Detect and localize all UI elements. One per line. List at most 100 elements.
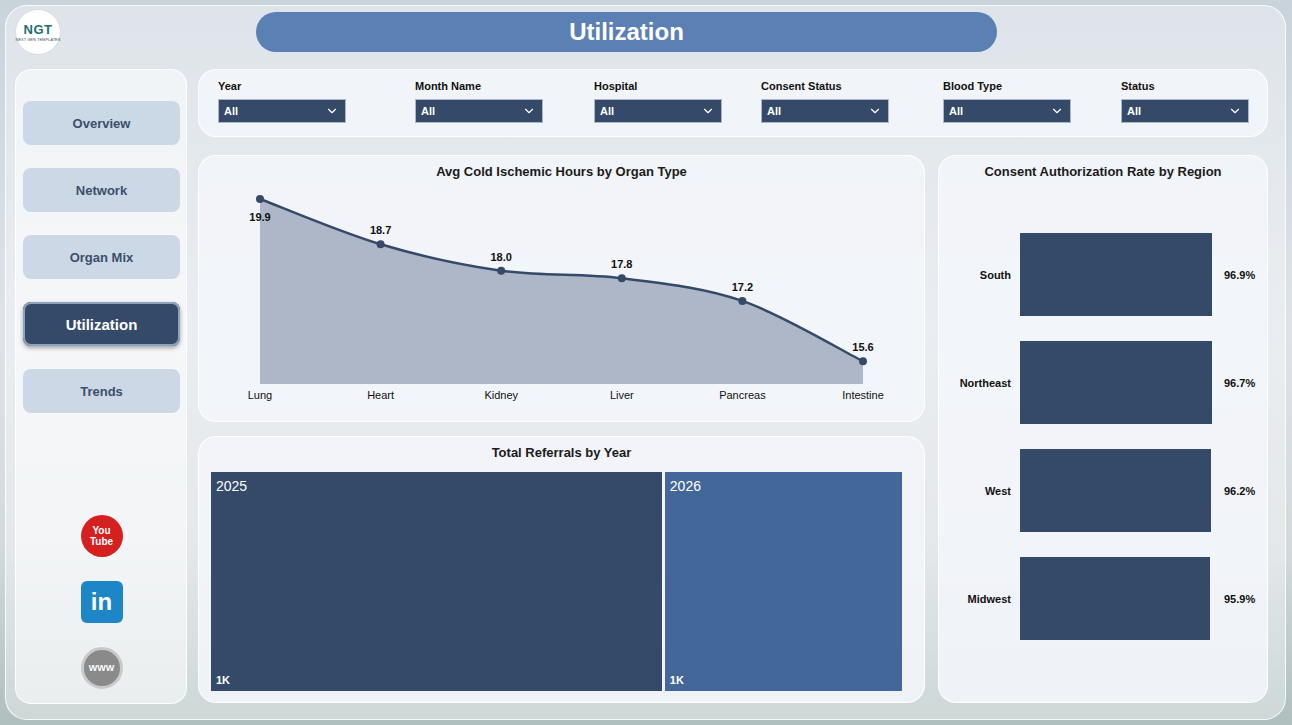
tile-year: 2025	[216, 478, 657, 494]
treemap-tile[interactable]: 2025 1K	[211, 472, 662, 691]
filter: Status All	[1121, 79, 1257, 128]
chevron-down-icon	[701, 104, 715, 118]
area-chart: 19.9 Lung 18.7 Heart 18.0 Kidney 17.8 Liver 17.2…	[199, 184, 926, 412]
filter-label: Year	[218, 79, 415, 93]
bar-label: Northeast	[939, 377, 1011, 389]
chart-point[interactable]	[377, 240, 385, 248]
dashboard-frame: NGTNEXT GEN TEMPLATESUtilizationOverview…	[5, 5, 1286, 720]
data-label: 17.2	[732, 281, 753, 293]
chart-title: Consent Authorization Rate by Region	[939, 156, 1267, 180]
web-icon[interactable]: WWW	[81, 647, 123, 689]
chevron-down-icon	[868, 104, 882, 118]
category-label: Heart	[367, 389, 394, 401]
filter-label: Hospital	[594, 79, 761, 93]
chart-title: Total Referrals by Year	[199, 437, 924, 461]
filter: Year All	[218, 79, 415, 128]
bar-value: 96.2%	[1224, 485, 1267, 497]
filter-dropdown[interactable]: All	[761, 99, 889, 123]
category-label: Lung	[248, 389, 272, 401]
bar-track	[1020, 233, 1215, 316]
logo-subtitle: NEXT GEN TEMPLATES	[16, 37, 61, 42]
chart-point[interactable]	[738, 297, 746, 305]
bar-row: Northeast 96.7%	[939, 341, 1267, 424]
filter-bar: YearAllMonth NameAllHospitalAllConsent S…	[198, 69, 1268, 137]
bar[interactable]	[1020, 557, 1210, 640]
bar-value: 96.9%	[1224, 269, 1267, 281]
bar-row: West 96.2%	[939, 449, 1267, 532]
data-label: 18.7	[370, 224, 391, 236]
chart-point[interactable]	[859, 357, 867, 365]
bar-row: Midwest 95.9%	[939, 557, 1267, 640]
category-label: Liver	[610, 389, 634, 401]
data-label: 15.6	[852, 341, 873, 353]
chevron-down-icon	[522, 104, 536, 118]
data-label: 18.0	[490, 251, 511, 263]
linkedin-icon[interactable]: in	[81, 581, 123, 623]
chart-title: Avg Cold Ischemic Hours by Organ Type	[199, 156, 924, 180]
tile-value: 1K	[670, 674, 897, 687]
bar-track	[1020, 341, 1215, 424]
nav-item[interactable]: Utilization	[23, 302, 180, 346]
filter-label: Status	[1121, 79, 1257, 93]
category-label: Kidney	[484, 389, 518, 401]
filter: Month Name All	[415, 79, 594, 128]
consent-chart-card: Consent Authorization Rate by Region Sout…	[938, 155, 1268, 703]
chart-line	[260, 199, 863, 361]
tile-year: 2026	[670, 478, 897, 494]
bar[interactable]	[1020, 233, 1212, 316]
logo-icon: NGTNEXT GEN TEMPLATES	[15, 9, 61, 55]
filter: Blood Type All	[943, 79, 1121, 128]
filter-dropdown[interactable]: All	[218, 99, 346, 123]
filter-dropdown[interactable]: All	[1121, 99, 1249, 123]
chevron-down-icon	[1050, 104, 1064, 118]
chevron-down-icon	[325, 104, 339, 118]
nav-item[interactable]: Trends	[23, 369, 180, 413]
data-label: 19.9	[249, 211, 270, 223]
filter-dropdown[interactable]: All	[943, 99, 1071, 123]
bar-list: South 96.9% Northeast 96.7% West 96.2% Midwest…	[939, 233, 1267, 640]
treemap-tile[interactable]: 2026 1K	[665, 472, 902, 691]
youtube-icon[interactable]: YouTube	[81, 515, 123, 557]
logo-mark: NGT	[24, 23, 53, 37]
chart-point[interactable]	[497, 267, 505, 275]
filter-label: Month Name	[415, 79, 594, 93]
chart-area	[260, 199, 863, 384]
bar[interactable]	[1020, 341, 1212, 424]
category-label: Intestine	[842, 389, 884, 401]
body: Overview Network Organ Mix Utilization Trend…	[15, 69, 1268, 704]
nav-item[interactable]: Overview	[23, 101, 180, 145]
bar[interactable]	[1020, 449, 1211, 532]
referrals-chart-card: Total Referrals by Year 2025 1K 2026 1K	[198, 436, 925, 703]
social-links: YouTube in WWW	[23, 515, 180, 689]
filter-label: Consent Status	[761, 79, 943, 93]
chart-point[interactable]	[256, 195, 264, 203]
left-column: Avg Cold Ischemic Hours by Organ Type 19.…	[198, 155, 925, 703]
bar-row: South 96.9%	[939, 233, 1267, 316]
chart-point[interactable]	[618, 274, 626, 282]
data-label: 17.8	[611, 258, 632, 270]
filter-label: Blood Type	[943, 79, 1121, 93]
filter: Hospital All	[594, 79, 761, 128]
bar-track	[1020, 449, 1215, 532]
filter-dropdown[interactable]: All	[415, 99, 543, 123]
filter: Consent Status All	[761, 79, 943, 128]
filter-dropdown[interactable]: All	[594, 99, 722, 123]
chevron-down-icon	[1228, 104, 1242, 118]
page-title: Utilization	[256, 12, 997, 52]
bar-label: Midwest	[939, 593, 1011, 605]
charts: Avg Cold Ischemic Hours by Organ Type 19.…	[198, 155, 1268, 703]
bar-value: 95.9%	[1224, 593, 1267, 605]
category-label: Pancreas	[719, 389, 766, 401]
nav-list: Overview Network Organ Mix Utilization Trend…	[23, 101, 180, 413]
header: NGTNEXT GEN TEMPLATES Utilization	[15, 12, 1268, 52]
nav-item[interactable]: Network	[23, 168, 180, 212]
sidebar: Overview Network Organ Mix Utilization Trend…	[15, 69, 187, 704]
ischemic-chart-card: Avg Cold Ischemic Hours by Organ Type 19.…	[198, 155, 925, 422]
nav-item[interactable]: Organ Mix	[23, 235, 180, 279]
tile-value: 1K	[216, 674, 657, 687]
bar-label: West	[939, 485, 1011, 497]
content: YearAllMonth NameAllHospitalAllConsent S…	[198, 69, 1268, 704]
bar-value: 96.7%	[1224, 377, 1267, 389]
bar-label: South	[939, 269, 1011, 281]
treemap: 2025 1K 2026 1K	[211, 472, 902, 691]
